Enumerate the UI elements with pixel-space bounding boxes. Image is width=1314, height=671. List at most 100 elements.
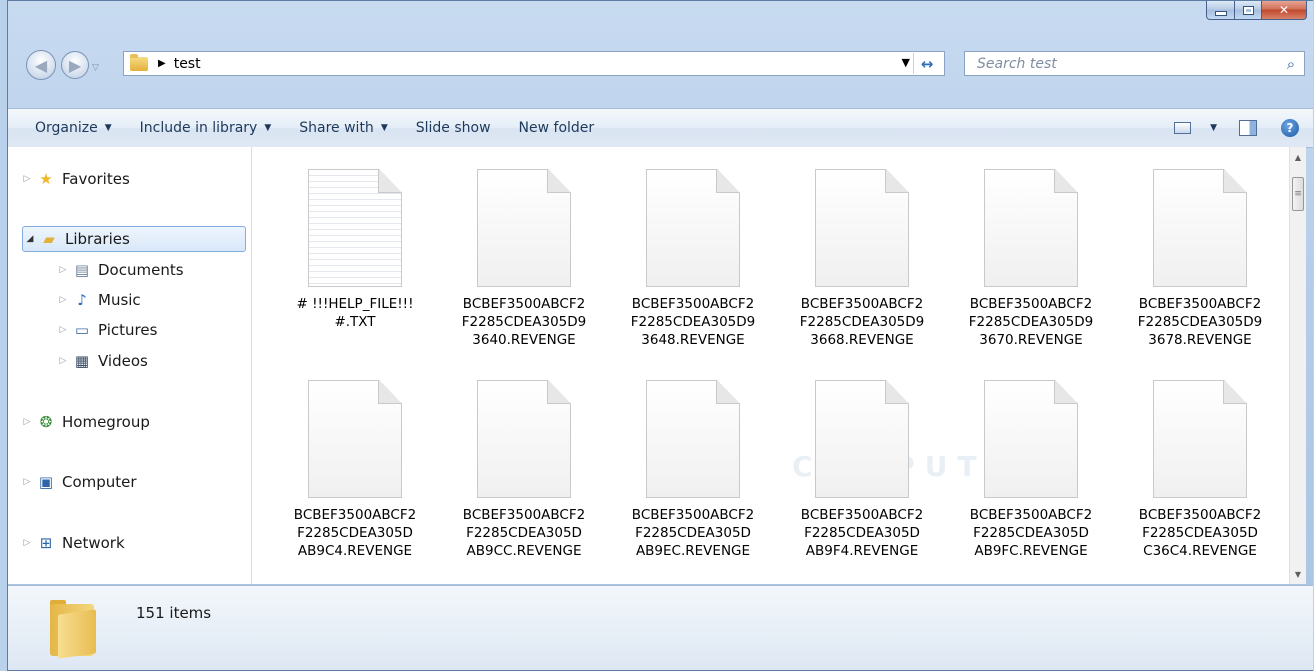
- tree-item-network[interactable]: ▷ ⊞ Network: [20, 530, 125, 556]
- file-item[interactable]: BCBEF3500ABCF2 F2285CDEA305D9 3678.REVEN…: [1130, 169, 1270, 349]
- expand-arrow-icon[interactable]: ▷: [20, 477, 34, 487]
- file-item[interactable]: BCBEF3500ABCF2 F2285CDEA305D AB9FC.REVEN…: [961, 380, 1101, 560]
- chevron-down-icon: ▼: [104, 123, 112, 133]
- vertical-scrollbar[interactable]: ▲ ≡ ▼: [1289, 147, 1306, 584]
- file-name: BCBEF3500ABCF2 F2285CDEA305D9 3678.REVEN…: [1130, 295, 1270, 349]
- homegroup-icon: ❂: [39, 413, 53, 431]
- scroll-up-icon[interactable]: ▲: [1290, 149, 1306, 165]
- include-in-library-label: Include in library: [139, 120, 258, 136]
- file-name-line: AB9F4.REVENGE: [805, 543, 919, 559]
- tree-item-favorites[interactable]: ▷ ★ Favorites: [20, 166, 130, 192]
- share-with-label: Share with: [299, 120, 374, 136]
- expand-arrow-icon[interactable]: ▷: [56, 356, 70, 366]
- file-item[interactable]: BCBEF3500ABCF2 F2285CDEA305D9 3640.REVEN…: [454, 169, 594, 349]
- new-folder-button[interactable]: New folder: [505, 109, 609, 147]
- file-name: BCBEF3500ABCF2 F2285CDEA305D AB9CC.REVEN…: [454, 506, 594, 560]
- forward-button[interactable]: ▶: [61, 51, 89, 79]
- expand-arrow-icon[interactable]: ▷: [20, 538, 34, 548]
- tree-item-music[interactable]: ▷ ♪ Music: [56, 287, 141, 313]
- file-name: BCBEF3500ABCF2 F2285CDEA305D AB9C4.REVEN…: [285, 506, 425, 560]
- expand-arrow-icon[interactable]: ▷: [56, 325, 70, 335]
- tree-label-favorites: Favorites: [62, 170, 130, 188]
- tree-item-documents[interactable]: ▷ ▤ Documents: [56, 257, 184, 283]
- address-bar[interactable]: ▶ test ▼ ↔: [123, 51, 945, 76]
- file-name-line: F2285CDEA305D: [804, 525, 920, 541]
- search-box[interactable]: ⌕: [964, 51, 1305, 76]
- scrollbar-thumb[interactable]: ≡: [1292, 177, 1304, 211]
- slide-show-button[interactable]: Slide show: [402, 109, 505, 147]
- tree-item-libraries[interactable]: ◢ ▰ Libraries: [22, 226, 246, 252]
- back-button[interactable]: ◀: [26, 50, 56, 80]
- blank-file-icon: [1153, 169, 1247, 287]
- minimize-icon: [1214, 10, 1227, 16]
- command-bar-right: ▼ ?: [1174, 109, 1313, 147]
- file-item[interactable]: BCBEF3500ABCF2 F2285CDEA305D AB9EC.REVEN…: [623, 380, 763, 560]
- file-name-line: BCBEF3500ABCF2: [631, 296, 755, 312]
- breadcrumb-arrow-icon[interactable]: ▶: [158, 58, 166, 69]
- file-name: BCBEF3500ABCF2 F2285CDEA305D AB9FC.REVEN…: [961, 506, 1101, 560]
- pictures-icon: ▭: [74, 321, 90, 339]
- blank-file-icon: [815, 380, 909, 498]
- scroll-down-icon[interactable]: ▼: [1290, 566, 1306, 582]
- tree-item-pictures[interactable]: ▷ ▭ Pictures: [56, 317, 158, 343]
- expand-arrow-icon[interactable]: ▷: [56, 265, 70, 275]
- views-dropdown-icon[interactable]: ▼: [1210, 123, 1217, 133]
- close-icon: ✕: [1278, 3, 1290, 17]
- file-name-line: F2285CDEA305D: [973, 525, 1089, 541]
- file-name-line: AB9C4.REVENGE: [297, 543, 413, 559]
- blank-file-icon: [646, 169, 740, 287]
- caption-buttons: ✕: [1206, 1, 1307, 20]
- collapse-arrow-icon[interactable]: ◢: [23, 234, 37, 244]
- file-item[interactable]: BCBEF3500ABCF2 F2285CDEA305D C36C4.REVEN…: [1130, 380, 1270, 560]
- minimize-button[interactable]: [1206, 1, 1235, 20]
- recent-pages-button[interactable]: ▽: [92, 63, 99, 73]
- tree-label-libraries: Libraries: [65, 230, 130, 248]
- file-name: # !!!HELP_FILE!!! #.TXT: [285, 295, 425, 331]
- search-input[interactable]: [965, 54, 1278, 73]
- file-item[interactable]: BCBEF3500ABCF2 F2285CDEA305D9 3670.REVEN…: [961, 169, 1101, 349]
- text-file-icon: [308, 169, 402, 287]
- share-with-button[interactable]: Share with ▼: [285, 109, 401, 147]
- change-view-icon[interactable]: [1174, 122, 1192, 134]
- preview-pane-icon[interactable]: [1239, 120, 1257, 136]
- expand-arrow-icon[interactable]: ▷: [20, 174, 34, 184]
- file-item[interactable]: BCBEF3500ABCF2 F2285CDEA305D9 3648.REVEN…: [623, 169, 763, 349]
- address-dropdown-button[interactable]: ▼: [902, 56, 910, 69]
- file-name-line: BCBEF3500ABCF2: [969, 507, 1093, 523]
- slide-show-label: Slide show: [415, 120, 491, 136]
- file-item[interactable]: BCBEF3500ABCF2 F2285CDEA305D AB9CC.REVEN…: [454, 380, 594, 560]
- organize-button[interactable]: Organize ▼: [8, 109, 126, 147]
- breadcrumb-test[interactable]: test: [174, 56, 201, 72]
- blank-file-icon: [646, 380, 740, 498]
- file-name-line: AB9CC.REVENGE: [466, 543, 582, 559]
- navigation-pane: ▷ ★ Favorites ◢ ▰ Libraries ▷ ▤ Document…: [8, 147, 252, 584]
- back-arrow-icon: ◀: [34, 55, 48, 75]
- help-icon[interactable]: ?: [1281, 119, 1299, 137]
- file-item[interactable]: BCBEF3500ABCF2 F2285CDEA305D AB9C4.REVEN…: [285, 380, 425, 560]
- file-item[interactable]: # !!!HELP_FILE!!! #.TXT: [285, 169, 425, 331]
- file-name-line: # !!!HELP_FILE!!!: [296, 296, 414, 312]
- maximize-icon: [1242, 5, 1254, 15]
- file-name-line: BCBEF3500ABCF2: [969, 296, 1093, 312]
- refresh-button[interactable]: ↔: [913, 53, 940, 74]
- file-name-line: F2285CDEA305D9: [461, 314, 587, 330]
- tree-item-homegroup[interactable]: ▷ ❂ Homegroup: [20, 409, 150, 435]
- search-icon[interactable]: ⌕: [1278, 55, 1304, 73]
- maximize-button[interactable]: [1235, 1, 1262, 20]
- file-item[interactable]: BCBEF3500ABCF2 F2285CDEA305D9 3668.REVEN…: [792, 169, 932, 349]
- close-button[interactable]: ✕: [1262, 1, 1307, 20]
- file-name-line: BCBEF3500ABCF2: [462, 296, 586, 312]
- file-item[interactable]: BCBEF3500ABCF2 F2285CDEA305D AB9F4.REVEN…: [792, 380, 932, 560]
- expand-arrow-icon[interactable]: ▷: [56, 295, 70, 305]
- tree-item-videos[interactable]: ▷ ▦ Videos: [56, 348, 148, 374]
- chevron-down-icon: ▼: [380, 123, 388, 133]
- blank-file-icon: [984, 169, 1078, 287]
- expand-arrow-icon[interactable]: ▷: [20, 417, 34, 427]
- tree-item-computer[interactable]: ▷ ▣ Computer: [20, 469, 137, 495]
- file-list: COMPUTER # !!!HELP_FILE!!! #.TXT BCBEF35…: [252, 147, 1289, 584]
- tree-label-documents: Documents: [98, 261, 184, 279]
- file-name: BCBEF3500ABCF2 F2285CDEA305D AB9F4.REVEN…: [792, 506, 932, 560]
- navigation-row: ◀ ▶ ▽ ▶ test ▼ ↔ ⌕: [8, 50, 1313, 96]
- include-in-library-button[interactable]: Include in library ▼: [126, 109, 286, 147]
- file-name-line: F2285CDEA305D: [635, 525, 751, 541]
